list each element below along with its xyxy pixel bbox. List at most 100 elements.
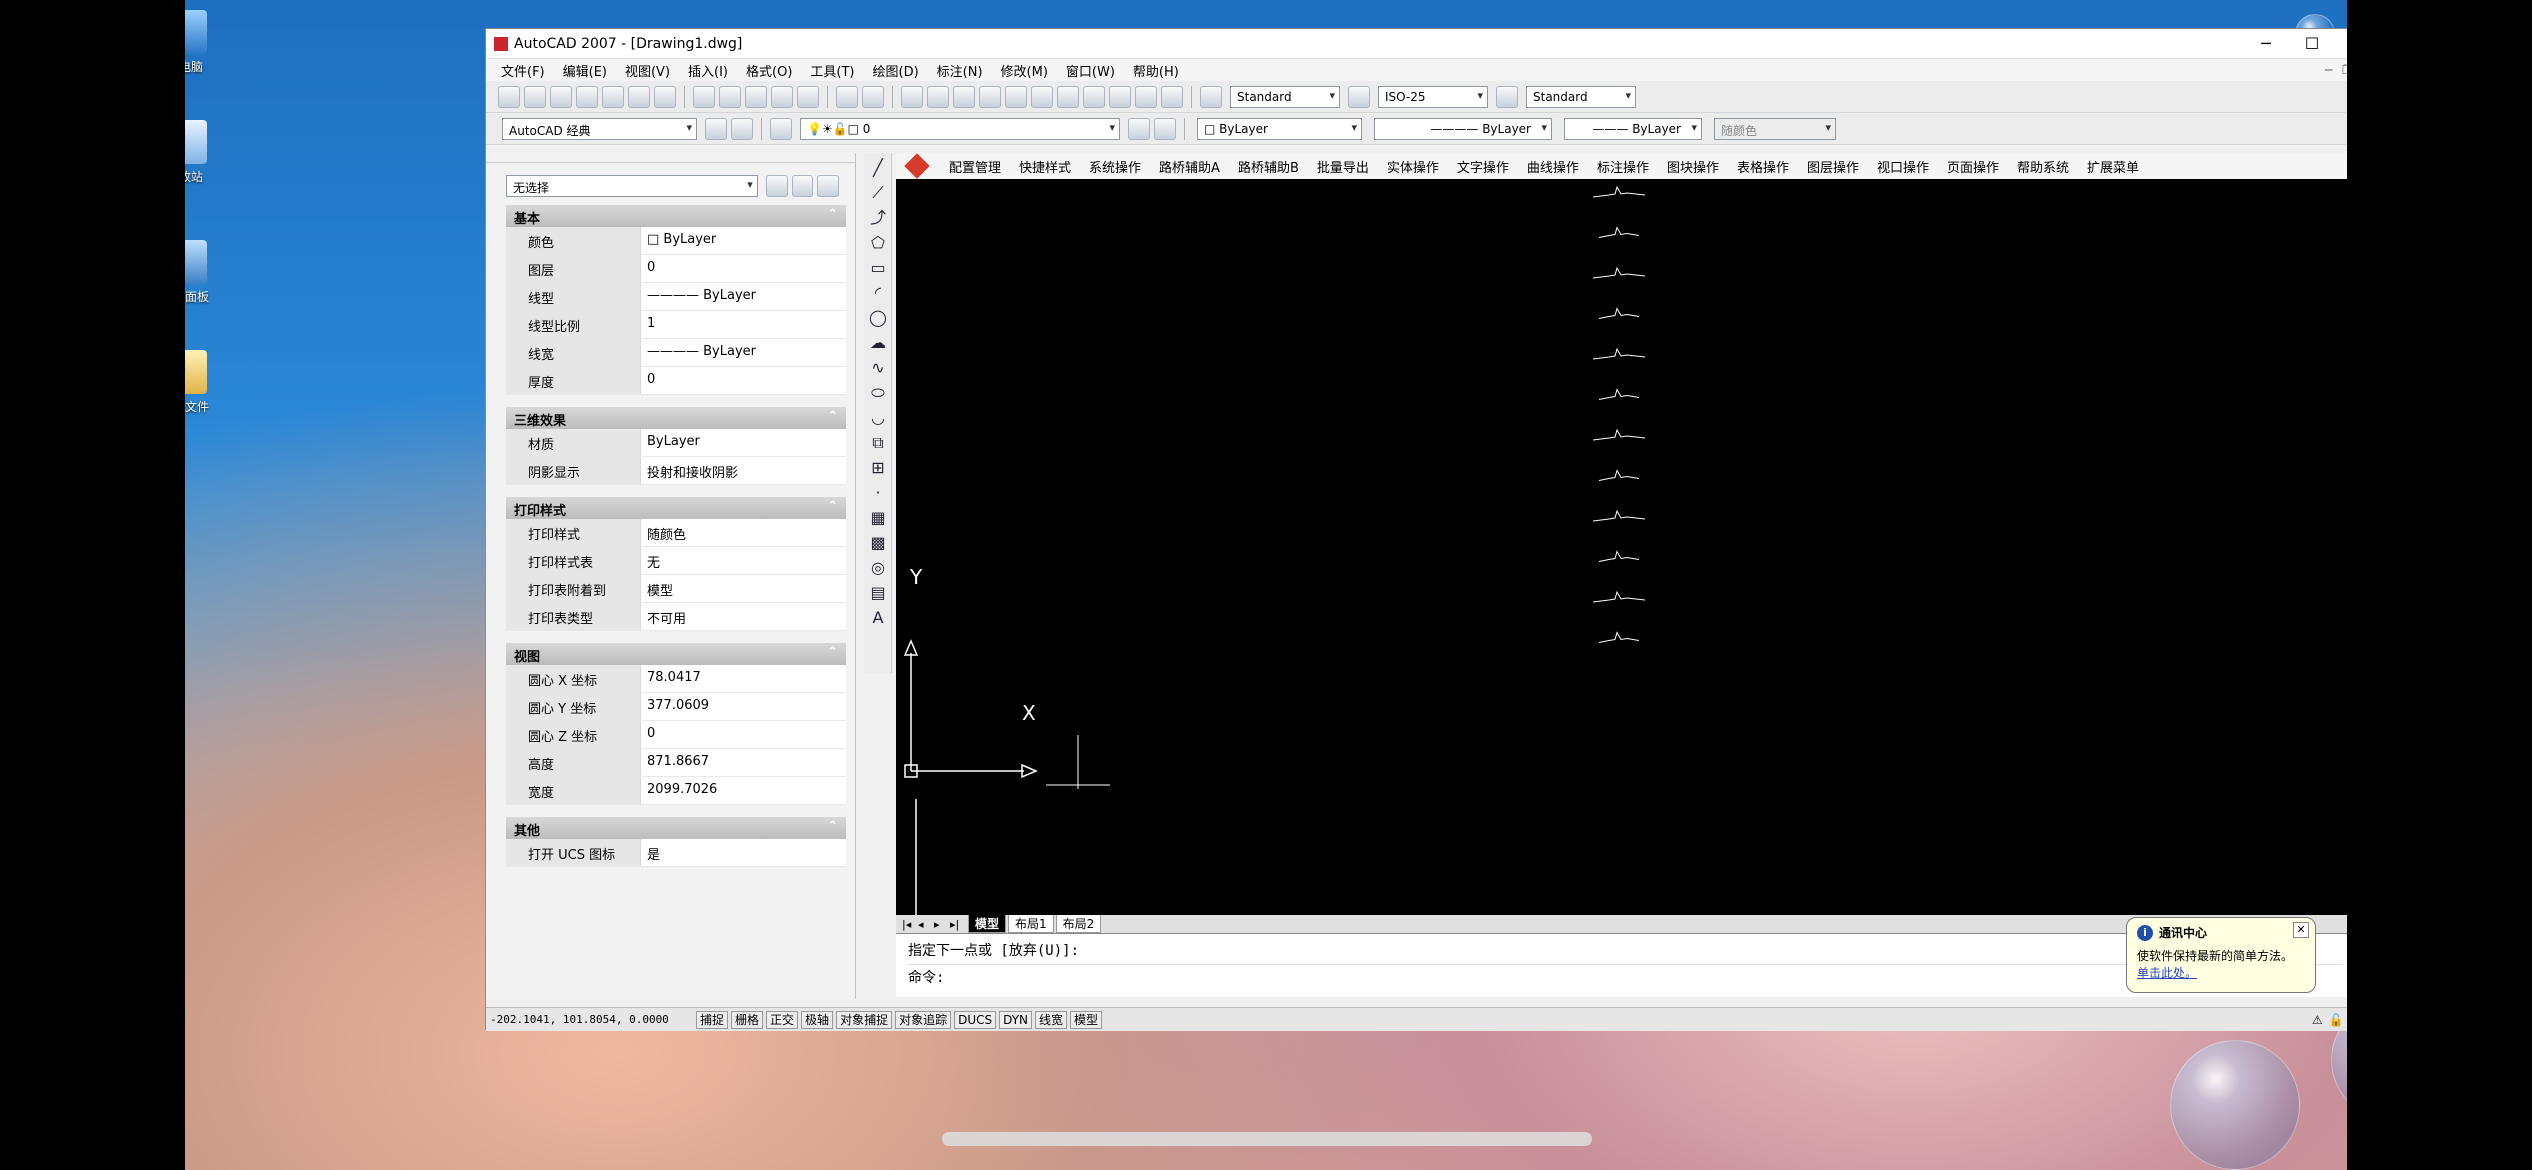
coordinate-readout[interactable]: -202.1041, 101.8054, 0.0000 [486, 1013, 696, 1026]
rectangle-icon[interactable]: ▭ [868, 258, 888, 278]
property-row[interactable]: 宽度 2099.7026 [506, 777, 846, 805]
text-style-icon[interactable] [1200, 85, 1222, 108]
gradient-icon[interactable]: ▩ [868, 533, 888, 553]
arc-icon[interactable]: ◜ [868, 283, 888, 303]
home-indicator[interactable] [942, 1132, 1592, 1146]
property-row[interactable]: 线型比例 1 [506, 311, 846, 339]
polygon-icon[interactable]: ⬠ [868, 233, 888, 253]
menu-draw[interactable]: 绘图(D) [864, 61, 928, 80]
table-style-select[interactable]: Standard [1526, 85, 1636, 108]
tab-layout2[interactable]: 布局2 [1055, 915, 1102, 933]
desktop-icon-this-pc[interactable]: 此电脑 [185, 10, 225, 75]
layer-manager-icon[interactable] [770, 117, 792, 140]
copy-icon[interactable] [719, 85, 741, 108]
plugin-menu-item[interactable]: 视口操作 [1868, 157, 1938, 176]
ellipse-icon[interactable]: ⬭ [868, 383, 888, 403]
property-row[interactable]: 打印表附着到 模型 [506, 575, 846, 603]
redo-icon[interactable] [862, 85, 884, 108]
property-row[interactable]: 圆心 X 坐标 78.0417 [506, 665, 846, 693]
quick-select-icon[interactable] [817, 175, 839, 197]
tab-first-icon[interactable]: |◂ [902, 918, 918, 931]
multiline-text-icon[interactable]: A [868, 608, 888, 628]
plotstyle-select[interactable]: 随颜色 [1714, 117, 1836, 140]
make-current-icon[interactable] [1128, 117, 1150, 140]
plugin-menu-item[interactable]: 系统操作 [1080, 157, 1150, 176]
plugin-menu-item[interactable]: 标注操作 [1588, 157, 1658, 176]
property-row[interactable]: 圆心 Y 坐标 377.0609 [506, 693, 846, 721]
make-block-icon[interactable]: ⊞ [868, 458, 888, 478]
properties-icon[interactable] [1005, 85, 1027, 108]
tab-model[interactable]: 模型 [968, 915, 1007, 933]
polyline-icon[interactable]: ⤴ [868, 208, 888, 228]
menu-help[interactable]: 帮助(H) [1124, 61, 1188, 80]
publish-icon[interactable] [628, 85, 650, 108]
lock-icon[interactable]: 🔓 [2329, 1013, 2344, 1027]
zoom-previous-icon[interactable] [979, 85, 1001, 108]
status-osnap[interactable]: 对象捕捉 [836, 1010, 893, 1029]
calculator-icon[interactable] [1135, 85, 1157, 108]
maximize-button[interactable]: ☐ [2289, 34, 2335, 53]
property-row[interactable]: 阴影显示 投射和接收阴影 [506, 457, 846, 485]
color-select[interactable]: □ ByLayer [1197, 117, 1362, 140]
plugin-menu-item[interactable]: 图块操作 [1658, 157, 1728, 176]
menu-format[interactable]: 格式(O) [737, 61, 801, 80]
lineweight-select[interactable]: ——— ByLayer [1564, 117, 1702, 140]
plugin-menu-item[interactable]: 帮助系统 [2008, 157, 2078, 176]
tab-prev-icon[interactable]: ◂ [918, 918, 934, 931]
plugin-menu-item[interactable]: 扩展菜单 [2078, 157, 2148, 176]
layer-select[interactable]: 💡☀🔓□ 0 [800, 117, 1120, 140]
menu-view[interactable]: 视图(V) [616, 61, 679, 80]
section-header[interactable]: 三维效果 [506, 407, 846, 429]
doc-restore-button[interactable]: ❐ [2342, 63, 2347, 77]
drawing-canvas[interactable]: Y X [896, 179, 2347, 915]
undo-icon[interactable] [836, 85, 858, 108]
property-row[interactable]: 图层 0 [506, 255, 846, 283]
doc-minimize-button[interactable]: ─ [2325, 63, 2332, 77]
property-row[interactable]: 打印样式 随颜色 [506, 519, 846, 547]
close-icon[interactable]: ✕ [2293, 922, 2309, 938]
menu-tools[interactable]: 工具(T) [801, 61, 863, 80]
property-row[interactable]: 打印样式表无 [506, 547, 846, 575]
property-row[interactable]: 颜色 □ ByLayer [506, 227, 846, 255]
plugin-menu-item[interactable]: 路桥辅助A [1150, 157, 1229, 176]
section-header[interactable]: 其他 [506, 817, 846, 839]
plugin-menu-item[interactable]: 配置管理 [940, 157, 1010, 176]
property-row[interactable]: 高度 871.8667 [506, 749, 846, 777]
workspace-save-icon[interactable] [731, 117, 753, 140]
menu-dimension[interactable]: 标注(N) [928, 61, 992, 80]
plugin-menu-item[interactable]: 曲线操作 [1518, 157, 1588, 176]
3d-dwf-icon[interactable] [654, 85, 676, 108]
status-polar[interactable]: 极轴 [801, 1010, 834, 1029]
line-icon[interactable]: ╱ [868, 158, 888, 178]
status-ducs[interactable]: DUCS [954, 1010, 997, 1029]
minimize-button[interactable]: ─ [2243, 34, 2289, 53]
design-center-icon[interactable] [1031, 85, 1053, 108]
save-icon[interactable] [550, 85, 572, 108]
desktop-icon-control-panel[interactable]: 控制面板 [185, 240, 225, 305]
dim-style-select[interactable]: ISO-25 [1378, 85, 1488, 108]
menu-edit[interactable]: 编辑(E) [554, 61, 616, 80]
markup-icon[interactable] [1109, 85, 1131, 108]
plugin-menu-item[interactable]: 表格操作 [1728, 157, 1798, 176]
status-model[interactable]: 模型 [1070, 1010, 1103, 1029]
section-header[interactable]: 视图 [506, 643, 846, 665]
workspace-select[interactable]: AutoCAD 经典 [502, 117, 697, 140]
menu-file[interactable]: 文件(F) [492, 61, 554, 80]
insert-block-icon[interactable]: ⧉ [868, 433, 888, 453]
help-icon[interactable] [1161, 85, 1183, 108]
status-ortho[interactable]: 正交 [766, 1010, 799, 1029]
hatch-icon[interactable]: ▦ [868, 508, 888, 528]
close-button[interactable]: ✕ [2335, 34, 2347, 53]
property-row[interactable]: 材质 ByLayer [506, 429, 846, 457]
plugin-menu-item[interactable]: 路桥辅助B [1229, 157, 1308, 176]
selection-select[interactable]: 无选择 [506, 175, 758, 197]
workspace-settings-icon[interactable] [705, 117, 727, 140]
dim-style-icon[interactable] [1348, 85, 1370, 108]
sheet-set-icon[interactable] [1083, 85, 1105, 108]
revision-cloud-icon[interactable]: ☁ [868, 333, 888, 353]
plugin-menu-item[interactable]: 快捷样式 [1010, 157, 1080, 176]
print-icon[interactable] [576, 85, 598, 108]
desktop-icon-recycle-bin[interactable]: 回收站 [185, 120, 225, 185]
new-icon[interactable] [498, 85, 520, 108]
zoom-window-icon[interactable] [953, 85, 975, 108]
